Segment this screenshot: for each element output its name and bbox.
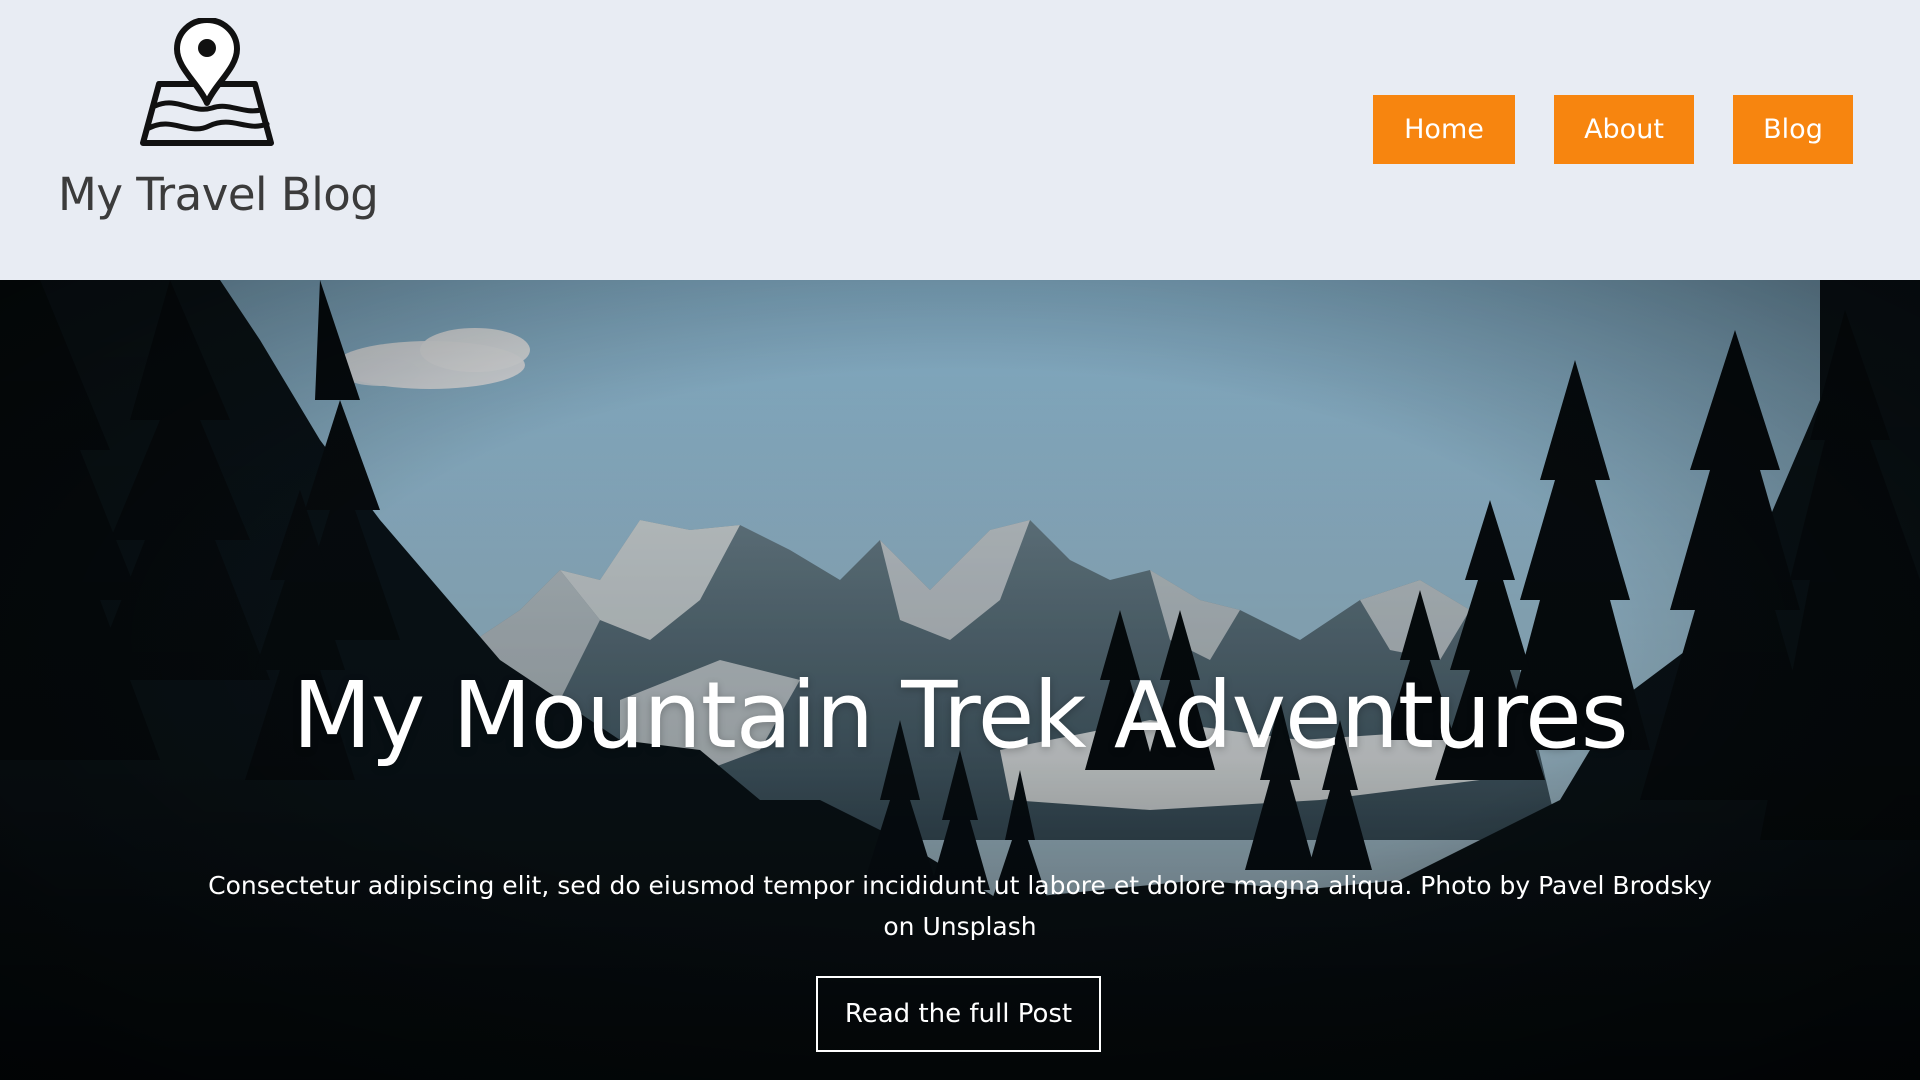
nav-about-button[interactable]: About [1554,95,1694,164]
hero-description: Consectetur adipiscing elit, sed do eius… [208,871,1712,941]
nav-home-button[interactable]: Home [1373,95,1515,164]
brand[interactable]: My Travel Blog [58,18,379,238]
site-title: My Travel Blog [58,168,379,221]
site-header: My Travel Blog Home About Blog [0,0,1920,280]
map-pin-icon [140,18,274,146]
hero-section: My Mountain Trek Adventures Consectetur … [0,280,1920,1080]
nav-blog-button[interactable]: Blog [1733,95,1853,164]
read-full-post-button[interactable]: Read the full Post [816,976,1101,1052]
main-nav: Home About Blog [1373,95,1853,164]
hero-title: My Mountain Trek Adventures [292,661,1628,769]
